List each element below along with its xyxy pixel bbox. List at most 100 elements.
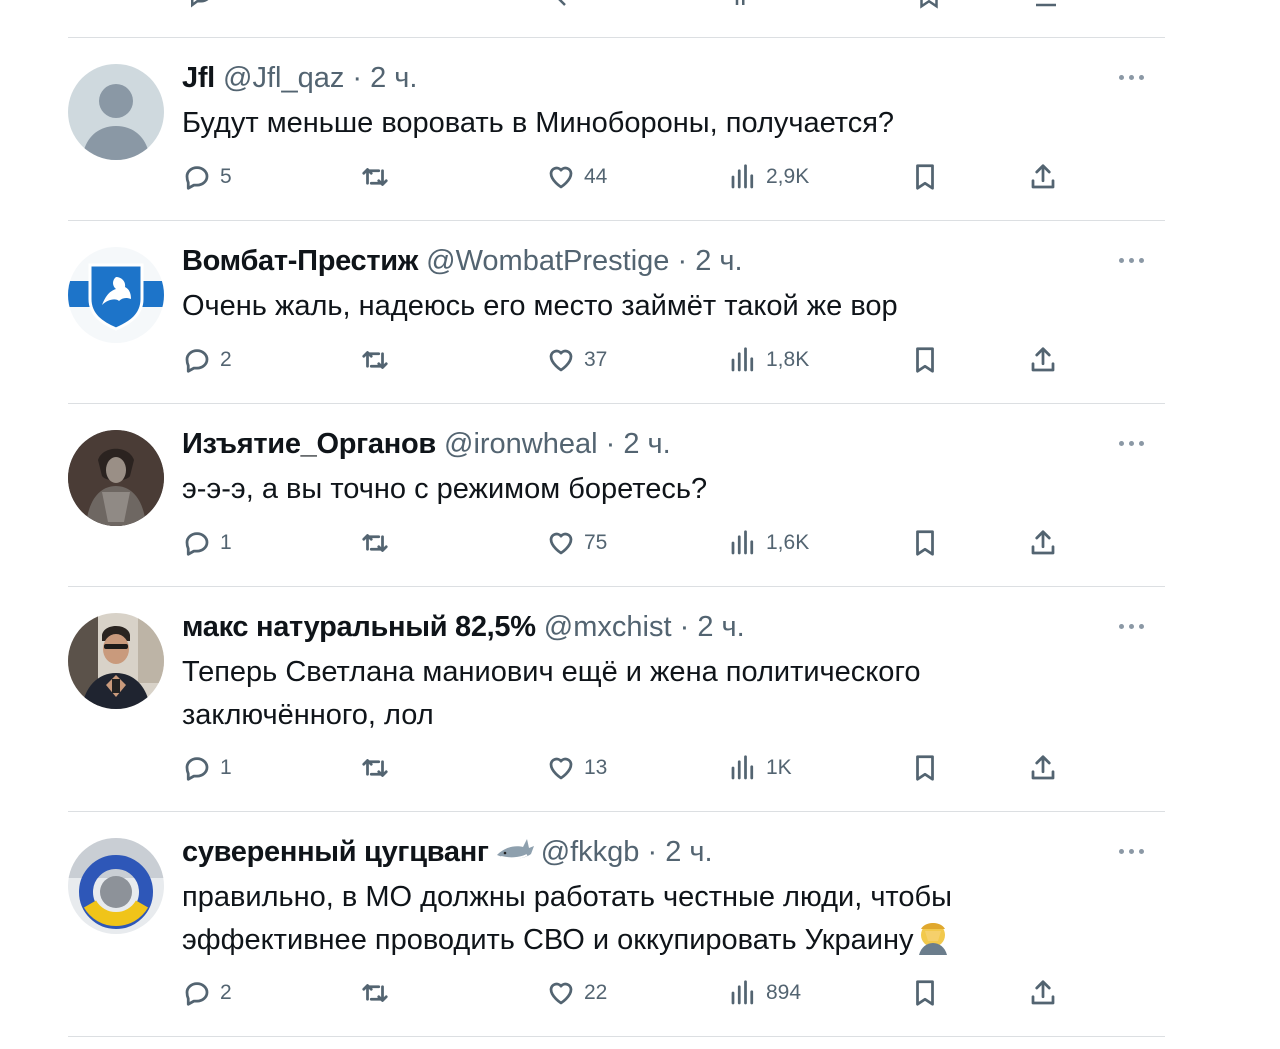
- display-name[interactable]: макс натуральный 82,5%: [182, 611, 536, 643]
- share-button[interactable]: [1028, 976, 1058, 1010]
- bookmark-button[interactable]: [910, 343, 940, 377]
- like-button[interactable]: 44: [546, 160, 607, 194]
- view-count: 1,6K: [766, 531, 810, 554]
- display-name[interactable]: Изъятие_Органов: [182, 428, 436, 460]
- more-options-icon[interactable]: [1119, 846, 1147, 856]
- reply-button[interactable]: 1: [182, 526, 232, 560]
- bookmark-icon: [916, 755, 934, 781]
- dark-figure-avatar[interactable]: [68, 430, 164, 526]
- tweet-actions: 1 75 1,6K: [182, 526, 1082, 560]
- more-options-icon[interactable]: [1119, 621, 1147, 631]
- user-handle[interactable]: @ironwheal: [444, 428, 598, 460]
- timestamp[interactable]: 2 ч.: [665, 836, 712, 868]
- more-options-icon[interactable]: [1119, 255, 1147, 265]
- timestamp[interactable]: 2 ч.: [695, 245, 742, 277]
- share-button[interactable]: [1028, 751, 1058, 785]
- like-count: 22: [584, 981, 608, 1004]
- timestamp[interactable]: 2 ч.: [623, 428, 670, 460]
- tweet-text-line: Будут меньше воровать в Минобороны, полу…: [182, 107, 895, 139]
- share-icon: [1031, 755, 1055, 780]
- share-icon: [1031, 164, 1055, 189]
- timestamp[interactable]: 2 ч.: [370, 62, 417, 94]
- divider: [68, 220, 1165, 221]
- separator-dot: ·: [669, 245, 696, 277]
- reply-button[interactable]: 5: [182, 160, 232, 194]
- reply-button[interactable]: 2: [182, 343, 232, 377]
- tweet[interactable]: макс натуральный 82,5% @mxchist · 2 ч. Т…: [68, 610, 1165, 788]
- retweet-button[interactable]: [360, 751, 390, 785]
- views-icon: [731, 980, 754, 1005]
- reply-count: 2: [220, 981, 232, 1004]
- tweet-text: Теперь Светлана маниович ещё и жена поли…: [182, 651, 1082, 737]
- previous-tweet-actions: [68, 0, 1165, 10]
- tweet[interactable]: Jfl @Jfl_qaz · 2 ч. Будут меньше вороват…: [68, 61, 1165, 194]
- reply-button[interactable]: 2: [182, 976, 232, 1010]
- bookmark-icon: [916, 530, 934, 556]
- retweet-button[interactable]: [360, 160, 390, 194]
- views-button[interactable]: 1K: [728, 751, 792, 785]
- tweet-text-line: эффективнее проводить СВО и оккупировать…: [182, 924, 914, 956]
- bookmark-icon: [916, 980, 934, 1006]
- more-options-icon[interactable]: [1119, 72, 1147, 82]
- views-button[interactable]: 1,8K: [728, 343, 809, 377]
- display-name[interactable]: суверенный цугцванг: [182, 836, 489, 868]
- heart-icon: [549, 757, 573, 780]
- tweet-header: Jfl @Jfl_qaz · 2 ч.: [182, 61, 417, 95]
- bookmark-button[interactable]: [910, 526, 940, 560]
- tweet-text-line: заключённого, лол: [182, 699, 434, 731]
- tweet[interactable]: Вомбат-Престиж @WombatPrestige · 2 ч. Оч…: [68, 245, 1165, 377]
- timestamp[interactable]: 2 ч.: [697, 611, 744, 643]
- reply-count: 5: [220, 165, 232, 188]
- coat-of-arms-avatar[interactable]: [68, 247, 164, 343]
- user-handle[interactable]: @WombatPrestige: [426, 245, 669, 277]
- share-button[interactable]: [1028, 526, 1058, 560]
- share-icon: [1031, 530, 1055, 555]
- heart-icon: [549, 166, 573, 189]
- shark-emoji: [495, 835, 535, 875]
- like-button[interactable]: 13: [546, 751, 607, 785]
- retweet-button[interactable]: [360, 526, 390, 560]
- user-handle[interactable]: @Jfl_qaz: [223, 62, 344, 94]
- tweet-text: э-э-э, а вы точно с режимом боретесь?: [182, 468, 1082, 511]
- like-count: 44: [584, 165, 608, 188]
- bookmark-button[interactable]: [910, 976, 940, 1010]
- heart-icon: [549, 532, 573, 555]
- share-button[interactable]: [1028, 160, 1058, 194]
- bookmark-icon: [916, 164, 934, 190]
- display-name[interactable]: Вомбат-Престиж: [182, 245, 418, 277]
- man-photo-avatar[interactable]: [68, 613, 164, 709]
- tweet[interactable]: Изъятие_Органов @ironwheal · 2 ч. э-э-э,…: [68, 428, 1165, 560]
- views-icon: [731, 755, 754, 780]
- reply-button[interactable]: 1: [182, 751, 232, 785]
- views-icon: [731, 164, 754, 189]
- reply-icon: [185, 166, 209, 190]
- views-button[interactable]: 894: [728, 976, 801, 1010]
- like-button[interactable]: 75: [546, 526, 607, 560]
- user-handle[interactable]: @fkkgb: [541, 836, 640, 868]
- tweet[interactable]: суверенный цугцванг @fkkgb · 2 ч. правиль…: [68, 835, 1165, 1013]
- tweet-actions: 5 44 2,9K: [182, 160, 1082, 194]
- tweet-text-line: Теперь Светлана маниович ещё и жена поли…: [182, 656, 921, 688]
- tweet-header: суверенный цугцванг @fkkgb · 2 ч.: [182, 835, 713, 875]
- separator-dot: ·: [671, 611, 698, 643]
- tweet-header: макс натуральный 82,5% @mxchist · 2 ч.: [182, 610, 745, 644]
- views-button[interactable]: 2,9K: [728, 160, 809, 194]
- bookmark-button[interactable]: [910, 751, 940, 785]
- tweet-text: Будут меньше воровать в Минобороны, полу…: [182, 102, 1082, 145]
- like-button[interactable]: 37: [546, 343, 607, 377]
- default-avatar[interactable]: [68, 64, 164, 160]
- retweet-button[interactable]: [360, 976, 390, 1010]
- like-button[interactable]: 22: [546, 976, 607, 1010]
- bookmark-button[interactable]: [910, 160, 940, 194]
- user-handle[interactable]: @mxchist: [544, 611, 672, 643]
- retweet-button[interactable]: [360, 343, 390, 377]
- views-button[interactable]: 1,6K: [728, 526, 809, 560]
- more-options-icon[interactable]: [1119, 438, 1147, 448]
- display-name[interactable]: Jfl: [182, 62, 215, 94]
- retweet-icon: [362, 534, 388, 552]
- view-count: 1K: [766, 756, 792, 779]
- share-button[interactable]: [1028, 343, 1058, 377]
- like-count: 37: [584, 348, 608, 371]
- wreath-avatar[interactable]: [68, 838, 164, 934]
- like-count: 75: [584, 531, 608, 554]
